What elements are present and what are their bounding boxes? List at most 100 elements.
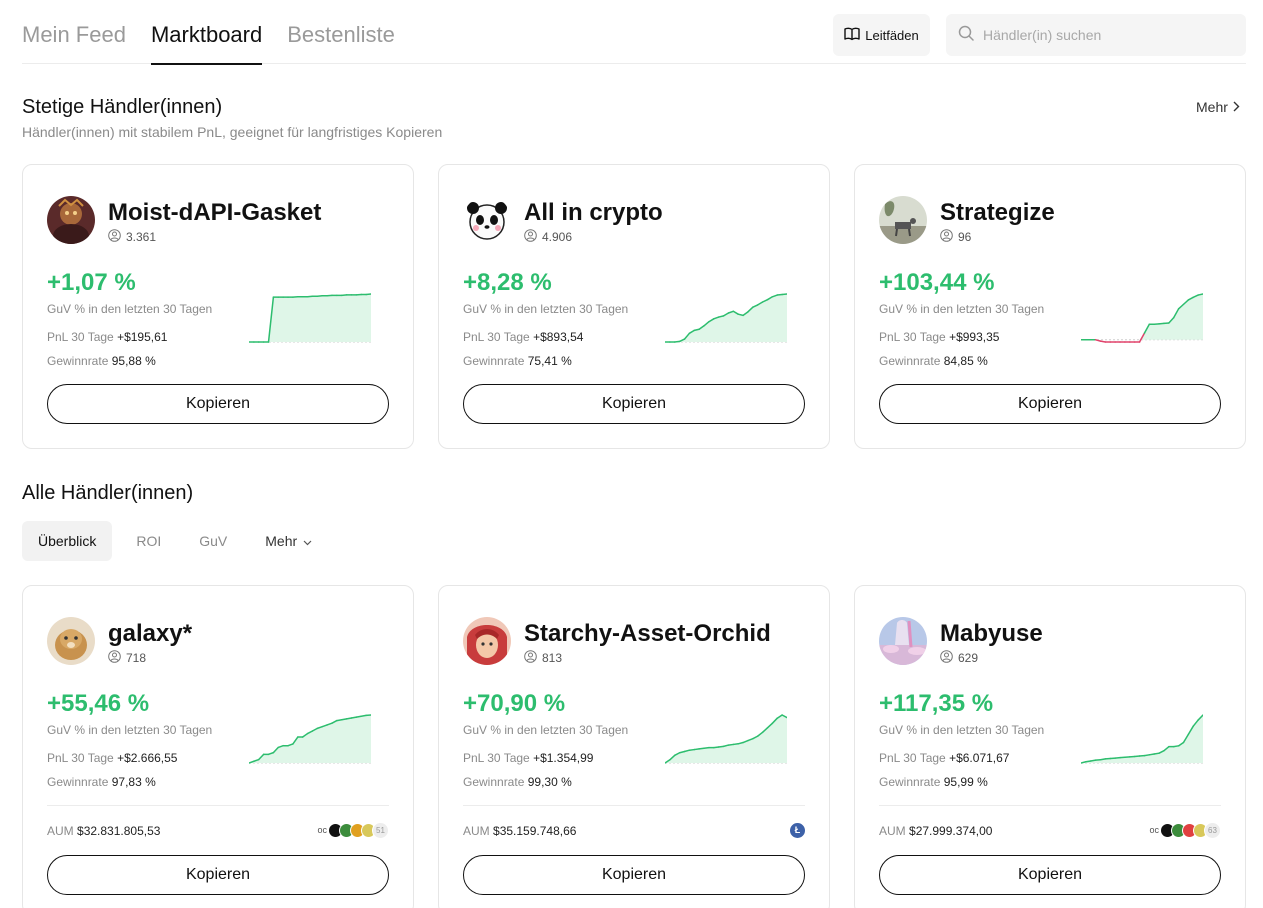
chevron-right-icon xyxy=(1233,99,1240,115)
traded-coins[interactable]: oc 63 xyxy=(1149,821,1221,839)
aum-value: $32.831.805,53 xyxy=(77,824,161,838)
filter-more-label: Mehr xyxy=(265,533,298,549)
steady-section-title: Stetige Händler(innen) xyxy=(22,96,223,118)
follower-value: 629 xyxy=(958,651,979,665)
follower-value: 3.361 xyxy=(126,230,157,244)
pnl-row: PnL 30 Tage +$893,54 xyxy=(463,330,583,344)
guides-button[interactable]: Leitfäden xyxy=(833,14,930,56)
traded-coins[interactable]: Ł xyxy=(790,822,805,838)
avatar[interactable] xyxy=(47,617,95,665)
copy-button[interactable]: Kopieren xyxy=(463,384,805,424)
avatar[interactable] xyxy=(463,617,511,665)
filter-overview[interactable]: Überblick xyxy=(22,521,113,561)
aum-row: AUM $35.159.748,66 xyxy=(463,824,576,838)
winrate-row: Gewinnrate 95,99 % xyxy=(879,775,988,789)
pnl-value: +$2.666,55 xyxy=(117,751,178,765)
filter-more-dropdown[interactable]: Mehr xyxy=(249,521,328,561)
roi-label: GuV % in den letzten 30 Tagen xyxy=(463,723,629,737)
follower-count: 96 xyxy=(940,229,971,245)
aum-label: AUM xyxy=(879,824,906,838)
tab-mein-feed[interactable]: Mein Feed xyxy=(22,0,126,64)
copy-button[interactable]: Kopieren xyxy=(879,855,1221,895)
winrate-value: 75,41 % xyxy=(527,354,572,368)
search-input[interactable] xyxy=(983,27,1223,43)
roi-value: +1,07 % xyxy=(47,269,136,296)
winrate-row: Gewinnrate 75,41 % xyxy=(463,354,572,368)
roi-label: GuV % in den letzten 30 Tagen xyxy=(47,302,213,316)
trader-name[interactable]: Strategize xyxy=(940,199,1055,227)
steady-section-subtitle: Händler(innen) mit stabilem PnL, geeigne… xyxy=(22,124,443,140)
pnl-value: +$1.354,99 xyxy=(533,751,594,765)
avatar[interactable] xyxy=(879,617,927,665)
trader-name[interactable]: All in crypto xyxy=(524,199,663,227)
filter-pnl[interactable]: GuV xyxy=(183,521,243,561)
trader-card: Mabyuse 629 +117,35 % GuV % in den letzt… xyxy=(854,585,1246,908)
aum-label: AUM xyxy=(47,824,74,838)
winrate-label: Gewinnrate xyxy=(47,354,109,368)
divider xyxy=(47,805,389,806)
copy-button[interactable]: Kopieren xyxy=(879,384,1221,424)
follower-count: 813 xyxy=(524,650,562,666)
trader-name[interactable]: Starchy-Asset-Orchid xyxy=(524,620,771,648)
follower-value: 813 xyxy=(542,651,563,665)
user-icon xyxy=(940,650,953,666)
tab-bestenliste[interactable]: Bestenliste xyxy=(287,0,395,64)
copy-button[interactable]: Kopieren xyxy=(463,855,805,895)
winrate-value: 84,85 % xyxy=(943,354,988,368)
sparkline-area xyxy=(249,294,371,342)
trader-card: Starchy-Asset-Orchid 813 +70,90 % GuV % … xyxy=(438,585,830,908)
pnl-sparkline xyxy=(249,293,371,343)
roi-value: +8,28 % xyxy=(463,269,552,296)
winrate-label: Gewinnrate xyxy=(463,354,525,368)
avatar[interactable] xyxy=(879,196,927,244)
user-icon xyxy=(108,229,121,245)
pnl-label: PnL 30 Tage xyxy=(879,330,946,344)
follower-value: 718 xyxy=(126,651,147,665)
roi-label: GuV % in den letzten 30 Tagen xyxy=(879,302,1045,316)
pnl-sparkline xyxy=(1081,714,1203,764)
roi-label: GuV % in den letzten 30 Tagen xyxy=(463,302,629,316)
book-icon xyxy=(844,27,860,44)
pnl-label: PnL 30 Tage xyxy=(47,330,114,344)
pnl-row: PnL 30 Tage +$1.354,99 xyxy=(463,751,593,765)
follower-value: 4.906 xyxy=(542,230,573,244)
aum-row: AUM $32.831.805,53 xyxy=(47,824,160,838)
tab-marktboard[interactable]: Marktboard xyxy=(150,0,263,65)
avatar[interactable] xyxy=(463,196,511,244)
winrate-row: Gewinnrate 97,83 % xyxy=(47,775,156,789)
trader-name[interactable]: Mabyuse xyxy=(940,620,1043,648)
more-label: Mehr xyxy=(1196,99,1228,115)
aum-label: AUM xyxy=(463,824,490,838)
winrate-row: Gewinnrate 99,30 % xyxy=(463,775,572,789)
filter-roi[interactable]: ROI xyxy=(120,521,177,561)
pnl-value: +$993,35 xyxy=(949,330,1000,344)
pnl-sparkline xyxy=(665,714,787,764)
pnl-label: PnL 30 Tage xyxy=(463,751,530,765)
copy-button[interactable]: Kopieren xyxy=(47,384,389,424)
avatar[interactable] xyxy=(47,196,95,244)
sparkline-segment xyxy=(1094,339,1102,342)
user-icon xyxy=(108,650,121,666)
trader-search[interactable] xyxy=(946,14,1246,56)
main-tabs: Mein Feed Marktboard Bestenliste xyxy=(22,0,420,65)
follower-count: 3.361 xyxy=(108,229,156,245)
trader-name[interactable]: Moist-dAPI-Gasket xyxy=(108,199,321,227)
pnl-value: +$6.071,67 xyxy=(949,751,1010,765)
winrate-row: Gewinnrate 84,85 % xyxy=(879,354,988,368)
steady-trader-card: Moist-dAPI-Gasket 3.361 +1,07 % GuV % in… xyxy=(22,164,414,449)
steady-more-link[interactable]: Mehr xyxy=(1196,99,1240,115)
aum-value: $35.159.748,66 xyxy=(493,824,577,838)
roi-label: GuV % in den letzten 30 Tagen xyxy=(879,723,1045,737)
traded-coins[interactable]: oc 51 xyxy=(317,821,389,839)
roi-value: +117,35 % xyxy=(879,690,994,717)
search-icon xyxy=(958,25,974,46)
winrate-value: 99,30 % xyxy=(527,775,572,789)
divider xyxy=(463,805,805,806)
trader-name[interactable]: galaxy* xyxy=(108,620,192,648)
pnl-value: +$893,54 xyxy=(533,330,584,344)
winrate-label: Gewinnrate xyxy=(463,775,525,789)
chevron-down-icon xyxy=(303,533,312,549)
copy-button[interactable]: Kopieren xyxy=(47,855,389,895)
pnl-row: PnL 30 Tage +$195,61 xyxy=(47,330,167,344)
pnl-label: PnL 30 Tage xyxy=(463,330,530,344)
